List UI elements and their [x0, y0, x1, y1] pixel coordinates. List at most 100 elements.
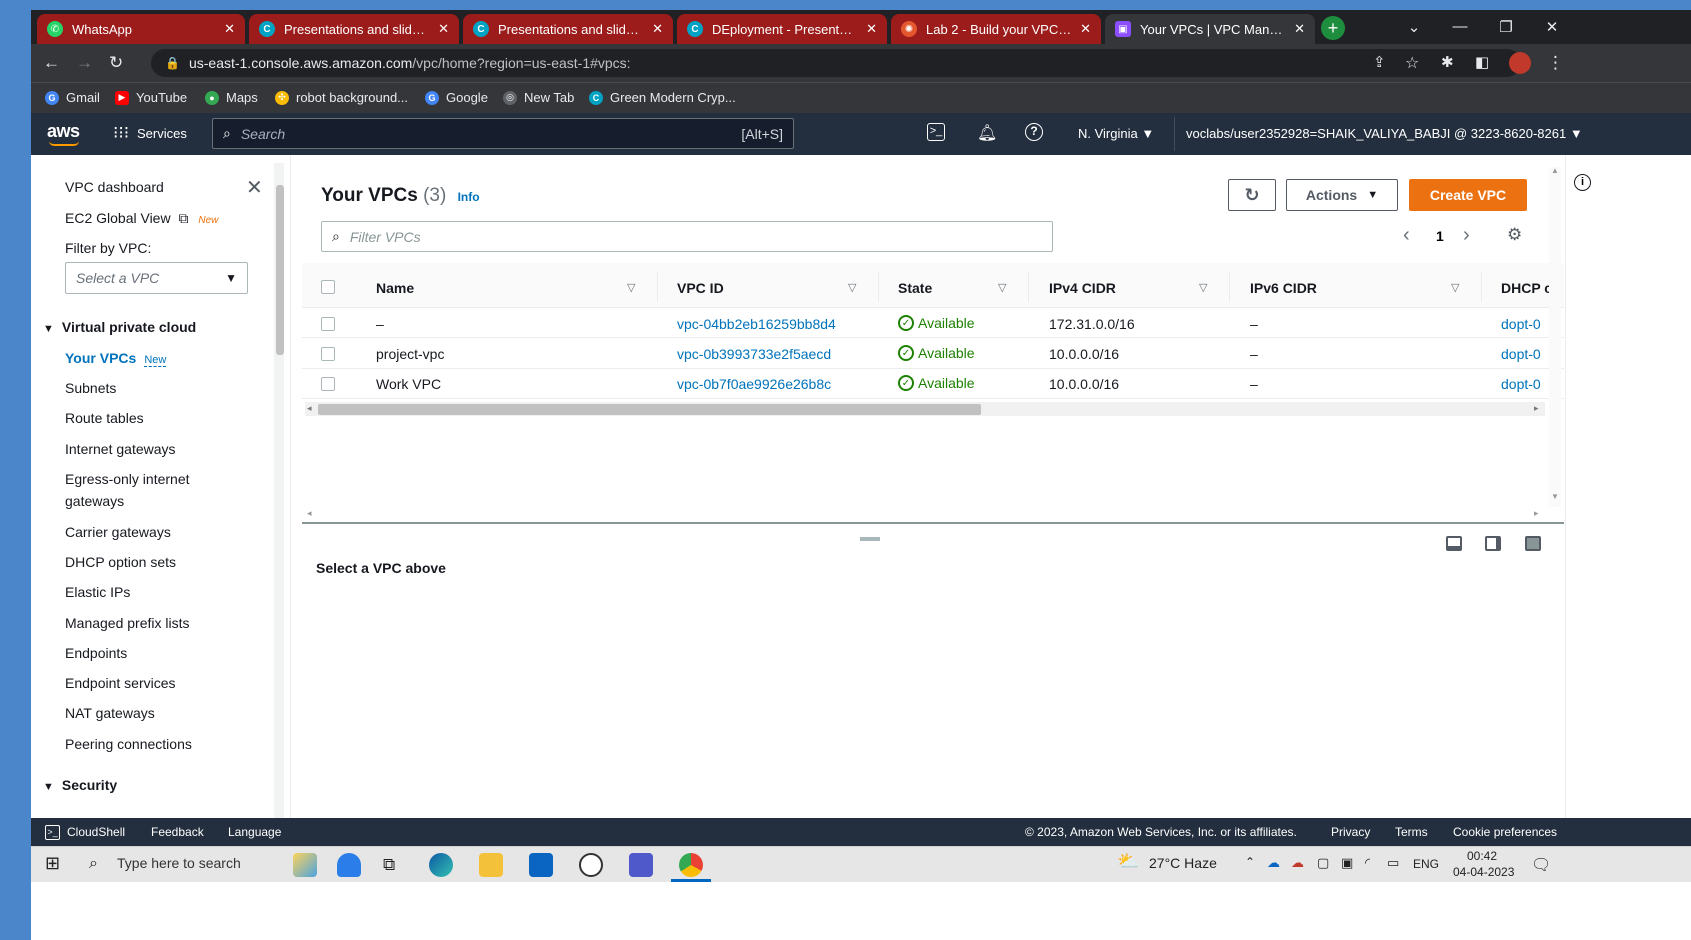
- teams-chat-icon[interactable]: [337, 853, 361, 877]
- cloudshell-link[interactable]: CloudShell: [67, 825, 125, 839]
- dhcp-option-link[interactable]: dopt-0: [1501, 376, 1541, 392]
- battery-icon[interactable]: ▭: [1387, 855, 1399, 871]
- create-vpc-button[interactable]: Create VPC: [1409, 179, 1527, 211]
- sidebar-item-vpc-dashboard[interactable]: VPC dashboard: [65, 179, 164, 195]
- bookmark-google[interactable]: G Google: [425, 90, 488, 105]
- column-header-name[interactable]: Name: [376, 280, 414, 296]
- wifi-icon[interactable]: ◜: [1365, 855, 1370, 871]
- main-vertical-scrollbar[interactable]: [1549, 167, 1561, 507]
- tab-presentations-2[interactable]: C Presentations and slides for ✕: [463, 14, 673, 44]
- sidebar-item-subnets[interactable]: Subnets: [65, 380, 116, 396]
- scroll-left-arrow-icon[interactable]: ◂: [307, 508, 312, 519]
- aws-search-input[interactable]: ⌕ Search [Alt+S]: [212, 118, 794, 149]
- forward-arrow-icon[interactable]: →: [76, 53, 93, 73]
- scroll-down-arrow-icon[interactable]: ▼: [1551, 492, 1559, 501]
- column-divider[interactable]: [878, 272, 879, 302]
- row-checkbox[interactable]: [321, 317, 335, 331]
- tray-chevron-icon[interactable]: ⌃: [1245, 855, 1255, 869]
- region-selector[interactable]: N. Virginia ▼: [1078, 126, 1154, 141]
- sidebar-item-your-vpcs[interactable]: Your VPCs New: [65, 350, 167, 367]
- bookmark-star-icon[interactable]: ☆: [1405, 53, 1419, 73]
- back-arrow-icon[interactable]: ←: [43, 53, 60, 73]
- reload-icon[interactable]: ↻: [109, 53, 123, 73]
- task-view-icon[interactable]: ⧉: [383, 855, 395, 875]
- sort-icon[interactable]: ▽: [848, 281, 856, 294]
- privacy-link[interactable]: Privacy: [1331, 825, 1370, 839]
- weather-haze-icon[interactable]: ⛅: [1117, 851, 1139, 872]
- meet-now-icon[interactable]: ▢: [1317, 855, 1329, 871]
- dhcp-option-link[interactable]: dopt-0: [1501, 316, 1541, 332]
- sidebar-item-dhcp-option-sets[interactable]: DHCP option sets: [65, 554, 176, 570]
- scroll-up-arrow-icon[interactable]: ▲: [1551, 166, 1559, 175]
- share-icon[interactable]: ⇪: [1373, 53, 1386, 71]
- clock-time[interactable]: 00:42: [1467, 849, 1497, 863]
- search-icon[interactable]: ⌕: [89, 855, 98, 873]
- dell-icon[interactable]: [579, 853, 603, 877]
- minimize-icon[interactable]: —: [1445, 18, 1475, 35]
- split-panel-hide-icon[interactable]: [1525, 536, 1541, 551]
- table-scrollbar-thumb[interactable]: [318, 404, 981, 415]
- chrome-icon[interactable]: [679, 853, 703, 877]
- sidebar-item-endpoint-services[interactable]: Endpoint services: [65, 675, 176, 691]
- sidebar-item-elastic-ips[interactable]: Elastic IPs: [65, 584, 130, 600]
- info-link[interactable]: Info: [458, 190, 480, 204]
- file-explorer-icon[interactable]: [479, 853, 503, 877]
- taskbar-search-input[interactable]: Type here to search: [117, 855, 241, 871]
- split-panel-side-icon[interactable]: [1485, 536, 1501, 551]
- language-link[interactable]: Language: [228, 825, 281, 839]
- new-tab-plus-icon[interactable]: +: [1321, 16, 1345, 40]
- previous-page-chevron-icon[interactable]: ‹: [1403, 224, 1410, 247]
- split-panel-bottom-icon[interactable]: [1446, 536, 1462, 551]
- sidebar-section-security[interactable]: ▼ Security: [43, 777, 117, 793]
- filter-vpc-select[interactable]: Select a VPC ▼: [65, 262, 248, 294]
- sidebar-item-peering-connections[interactable]: Peering connections: [65, 736, 192, 752]
- column-header-ipv6-cidr[interactable]: IPv6 CIDR: [1250, 280, 1317, 296]
- browser-menu-icon[interactable]: ⋮: [1547, 53, 1564, 73]
- vpc-id-link[interactable]: vpc-0b3993733e2f5aecd: [677, 346, 831, 362]
- tab-lab2[interactable]: ✺ Lab 2 - Build your VPC and ✕: [891, 14, 1101, 44]
- bookmark-gmail[interactable]: G Gmail: [45, 90, 100, 105]
- column-divider[interactable]: [657, 272, 658, 302]
- column-header-dhcp[interactable]: DHCP c: [1501, 280, 1552, 296]
- close-tab-icon[interactable]: ✕: [652, 21, 663, 37]
- tab-presentations-1[interactable]: C Presentations and slides for ✕: [249, 14, 459, 44]
- cloudshell-icon[interactable]: >_: [927, 123, 945, 141]
- close-tab-icon[interactable]: ✕: [1294, 21, 1305, 37]
- onedrive-icon[interactable]: ☁: [1267, 855, 1280, 871]
- notification-center-icon[interactable]: 🗨︎: [1531, 855, 1551, 875]
- bookmark-new-tab[interactable]: ◎ New Tab: [503, 90, 574, 105]
- profile-avatar[interactable]: [1509, 52, 1531, 74]
- services-grid-icon[interactable]: ⁝⁝⁝: [113, 123, 129, 143]
- sidebar-item-ec2-global-view[interactable]: EC2 Global View ⧉ New: [65, 210, 218, 227]
- close-sidebar-icon[interactable]: ✕: [246, 175, 263, 200]
- vpc-id-link[interactable]: vpc-04bb2eb16259bb8d4: [677, 316, 836, 332]
- bookmark-maps[interactable]: ● Maps: [205, 90, 258, 105]
- sidebar-section-virtual-private-cloud[interactable]: ▼ Virtual private cloud: [43, 319, 196, 335]
- window-close-icon[interactable]: ✕: [1537, 18, 1567, 36]
- scroll-right-arrow-icon[interactable]: ▸: [1534, 403, 1539, 414]
- filter-vpcs-input[interactable]: ⌕ Filter VPCs: [321, 221, 1053, 252]
- teams-icon[interactable]: [629, 853, 653, 877]
- drag-handle-icon[interactable]: [860, 537, 880, 541]
- next-page-chevron-icon[interactable]: ›: [1463, 224, 1470, 247]
- sidebar-scrollbar-thumb[interactable]: [276, 185, 284, 355]
- clock-date[interactable]: 04-04-2023: [1453, 865, 1514, 879]
- row-checkbox[interactable]: [321, 347, 335, 361]
- preferences-gear-icon[interactable]: ⚙: [1507, 225, 1522, 245]
- sidebar-item-egress-only-internet-gateways[interactable]: Egress-only internet: [65, 471, 190, 487]
- row-checkbox[interactable]: [321, 377, 335, 391]
- close-tab-icon[interactable]: ✕: [224, 21, 235, 37]
- maximize-icon[interactable]: ❐: [1491, 18, 1521, 36]
- sort-icon[interactable]: ▽: [627, 281, 635, 294]
- services-menu-button[interactable]: Services: [137, 126, 187, 141]
- sidebar-item-endpoints[interactable]: Endpoints: [65, 645, 127, 661]
- language-indicator[interactable]: ENG: [1413, 857, 1439, 871]
- sort-icon[interactable]: ▽: [1451, 281, 1459, 294]
- terms-link[interactable]: Terms: [1395, 825, 1428, 839]
- column-header-ipv4-cidr[interactable]: IPv4 CIDR: [1049, 280, 1116, 296]
- weather-text[interactable]: 27°C Haze: [1149, 855, 1217, 871]
- news-widget-icon[interactable]: [293, 853, 317, 877]
- tab-deployment[interactable]: C DEployment - Presentation ✕: [677, 14, 887, 44]
- column-divider[interactable]: [1028, 272, 1029, 302]
- actions-button[interactable]: Actions ▼: [1286, 179, 1398, 211]
